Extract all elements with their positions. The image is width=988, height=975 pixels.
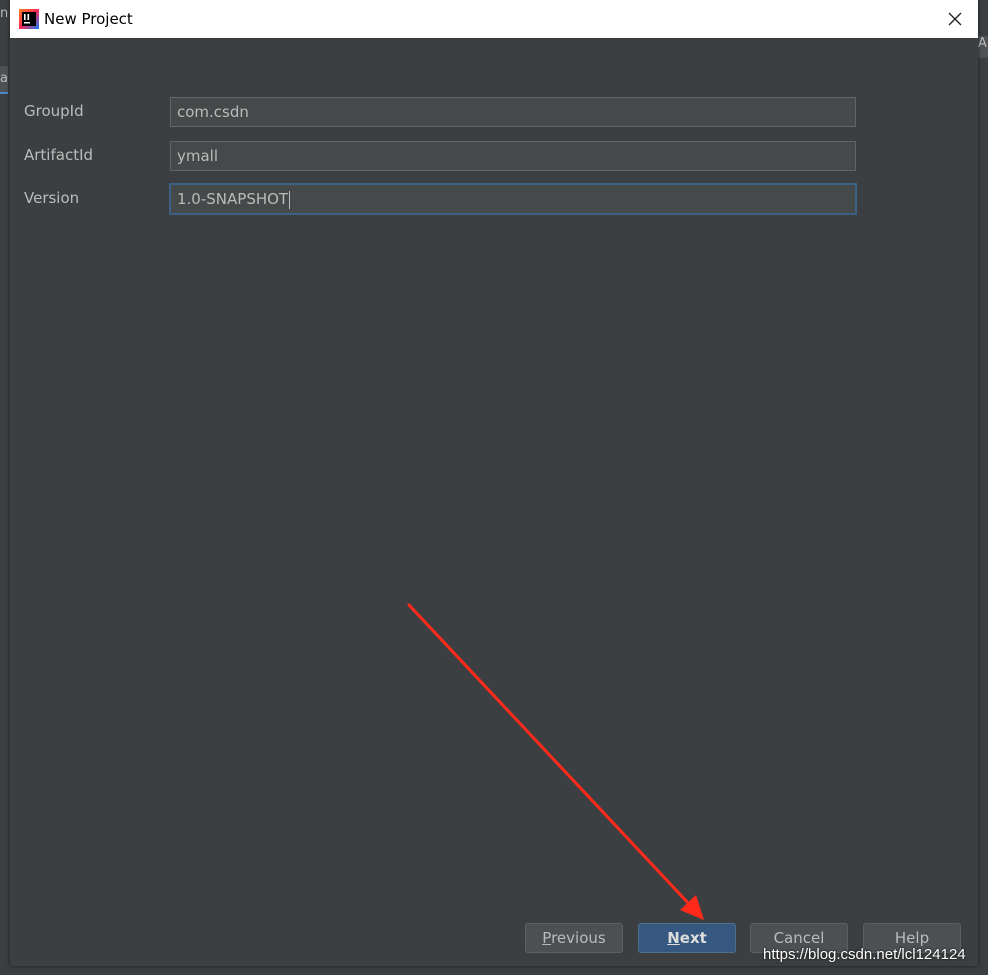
artifact-id-value: ymall — [177, 147, 219, 165]
previous-mnemonic: P — [542, 929, 552, 947]
group-id-label: GroupId — [24, 102, 84, 120]
close-icon — [948, 12, 962, 26]
version-label: Version — [24, 189, 80, 207]
dialog-titlebar[interactable]: New Project — [10, 0, 978, 38]
artifact-id-label: ArtifactId — [24, 146, 94, 164]
watermark: https://blog.csdn.net/lcl124124 — [763, 946, 966, 963]
ide-background-right-tab: A — [978, 36, 988, 58]
text-caret — [289, 190, 291, 209]
previous-button[interactable]: Previous — [525, 923, 623, 953]
ide-background-left — [0, 0, 10, 975]
help-label: Help — [894, 929, 930, 947]
cancel-label: Cancel — [773, 929, 825, 947]
group-id-value: com.csdn — [177, 103, 249, 121]
next-label: ext — [679, 929, 707, 947]
ide-background-title-fragment: n — [0, 6, 8, 21]
intellij-idea-icon — [19, 9, 39, 29]
dialog-title: New Project — [44, 10, 133, 28]
close-button[interactable] — [932, 0, 978, 38]
artifact-id-field[interactable]: ymall — [170, 141, 856, 171]
previous-label: revious — [551, 929, 606, 947]
next-button[interactable]: Next — [638, 923, 736, 953]
group-id-field[interactable]: com.csdn — [170, 97, 856, 127]
ide-background-bottom — [0, 966, 988, 975]
next-mnemonic: N — [667, 929, 680, 947]
version-field[interactable]: 1.0-SNAPSHOT — [169, 183, 857, 215]
version-value: 1.0-SNAPSHOT — [177, 190, 289, 208]
ide-background-tab-fragment: a — [0, 66, 8, 94]
new-project-dialog: New Project GroupId com.csdn ArtifactId … — [10, 0, 978, 966]
ide-background-right — [978, 0, 988, 975]
